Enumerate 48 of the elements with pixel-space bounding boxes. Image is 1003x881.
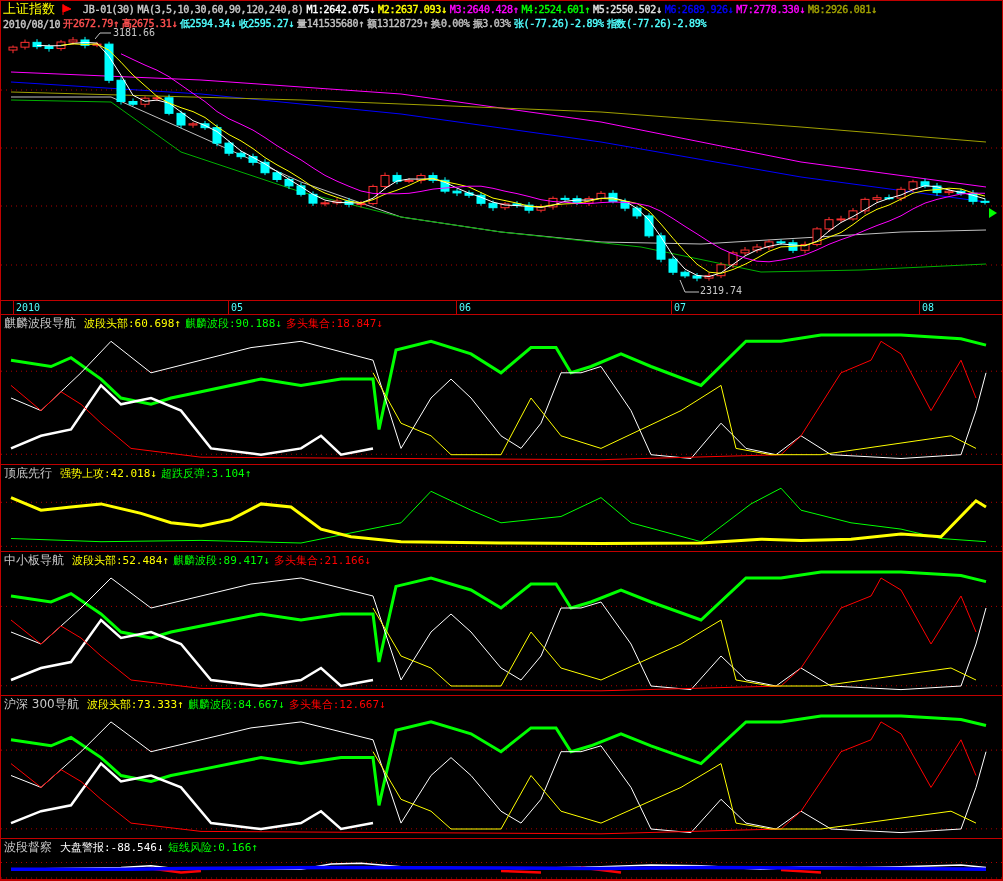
date-label: 2010 <box>13 300 41 315</box>
indicator-value: 多头集合:18.847↓ <box>285 315 383 331</box>
indicator-value: 麒麟波段:89.417↓ <box>173 552 270 568</box>
indicator-title: 沪深 300导航 <box>4 695 79 713</box>
quote-date: 2010/08/10 <box>3 18 61 30</box>
indicator-value: 波段头部:73.333↑ <box>86 696 184 712</box>
ma-value: M4:2524.601↑ <box>521 3 591 15</box>
ma-value: M6:2689.926↓ <box>664 3 734 15</box>
date-label: 08 <box>919 300 935 315</box>
formula-name: JB-01(30) <box>83 3 135 15</box>
quote-value: 换0.00% <box>431 17 470 32</box>
indicator-value: 强势上攻:42.018↓ <box>60 465 157 481</box>
quote-value: 振3.03% <box>472 17 511 32</box>
quote-value: 低2594.34↓ <box>180 17 236 32</box>
date-label: 05 <box>228 300 244 315</box>
leader-line <box>679 279 699 294</box>
price-label: 2319.74 <box>700 284 743 296</box>
flag-icon <box>62 3 72 15</box>
index-title: 上证指数 <box>3 1 55 18</box>
indicator-title: 顶底先行 <box>4 464 52 482</box>
date-label: 07 <box>671 300 687 315</box>
ma-value: M1:2642.075↓ <box>306 3 376 15</box>
quote-value: 量141535680↑ <box>297 17 364 32</box>
ma-value: M7:2778.330↓ <box>736 3 805 15</box>
indicator-value: 短线风险:0.166↑ <box>167 839 258 855</box>
indicator-value: 波段头部:52.484↑ <box>72 552 169 568</box>
leader-line <box>95 31 111 40</box>
ma-value: M2:2637.093↓ <box>378 3 447 15</box>
ma-value: M5:2550.502↓ <box>593 3 662 15</box>
indicator-value: 波段头部:60.698↑ <box>84 315 181 331</box>
indicator-title: 麒麟波段导航 <box>4 314 76 332</box>
date-label: 06 <box>456 300 472 315</box>
ma-params: MA(3,5,10,30,60,90,120,240,8) <box>137 3 304 15</box>
ma-value: M3:2640.428↑ <box>449 3 519 15</box>
indicator-title: 中小板导航 <box>4 551 64 569</box>
indicator-value: 超跌反弹:3.104↑ <box>161 465 252 481</box>
indicator-value: 麒麟波段:90.188↓ <box>185 315 282 331</box>
indicator-title: 波段督察 <box>4 838 52 856</box>
ma-value: M8:2926.081↓ <box>808 3 877 15</box>
indicator-value: 多头集合:21.166↓ <box>273 552 371 568</box>
indicator-value: 多头集合:12.667↓ <box>288 696 386 712</box>
quote-value: 指数(-77.26)-2.89% <box>606 17 707 32</box>
indicator-value: 麒麟波段:84.667↓ <box>187 696 285 712</box>
quote-value: 张(-77.26)-2.89% <box>513 17 604 32</box>
indicator-value: 大盘警报:-88.546↓ <box>60 839 164 855</box>
price-marker-icon <box>989 207 997 218</box>
quote-value: 额13128729↑ <box>367 17 429 32</box>
quote-value: 收2595.27↓ <box>238 17 295 32</box>
